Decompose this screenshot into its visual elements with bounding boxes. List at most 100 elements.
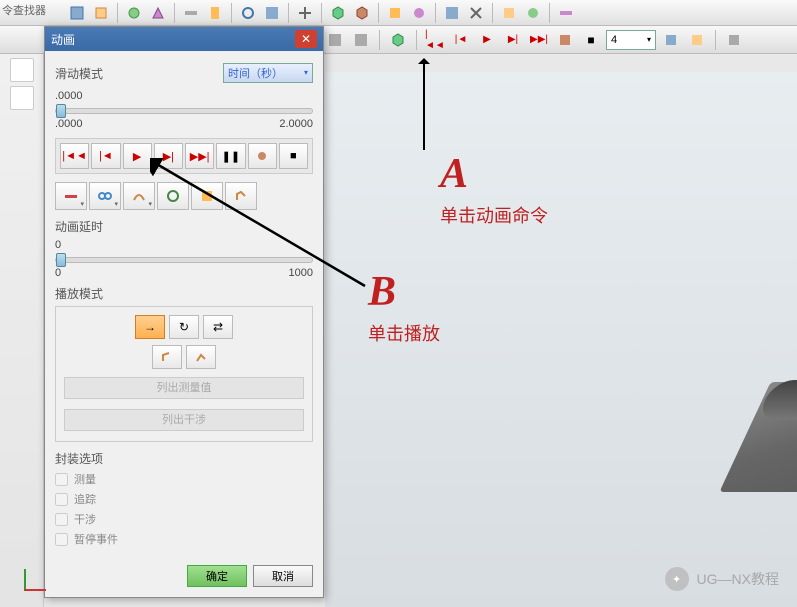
delay-min: 0 (55, 239, 61, 251)
play-button[interactable]: ▶ (123, 143, 152, 169)
chk-trace-label: 追踪 (74, 491, 96, 507)
tb-next-icon[interactable]: ▶| (502, 29, 524, 51)
separator (435, 3, 436, 23)
tb2-btn-end3[interactable] (723, 29, 745, 51)
chk-interfere-row: 干涉 (55, 511, 313, 527)
frame-value: 4 (611, 34, 617, 46)
link-tool[interactable] (89, 182, 121, 210)
play-once-button[interactable]: → (135, 315, 165, 339)
left-btn-2[interactable] (10, 86, 34, 110)
tb-extra-icon[interactable] (554, 29, 576, 51)
tool-btn-6[interactable] (204, 2, 226, 24)
tool-btn-cube[interactable] (327, 2, 349, 24)
tool-btn-10[interactable] (351, 2, 373, 24)
last-frame-button[interactable]: ▶▶| (185, 143, 214, 169)
separator (231, 3, 232, 23)
tb2-btn-end2[interactable] (686, 29, 708, 51)
robot-mode-2[interactable] (186, 345, 216, 369)
close-icon[interactable]: ✕ (295, 30, 317, 48)
measure-tool[interactable] (55, 182, 87, 210)
left-btn-1[interactable] (10, 58, 34, 82)
axis-indicator (6, 565, 42, 601)
motion-tool[interactable] (123, 182, 155, 210)
tool-btn-3[interactable] (123, 2, 145, 24)
tb2-btn-3[interactable] (350, 29, 372, 51)
dialog-title: 动画 (51, 31, 75, 48)
play-mode-label: 播放模式 (55, 285, 313, 302)
tb2-btn-2[interactable] (324, 29, 346, 51)
tool-btn-2[interactable] (90, 2, 112, 24)
annotation-a-text: 单击动画命令 (440, 202, 548, 228)
separator (379, 30, 380, 50)
delay-thumb[interactable] (56, 253, 66, 267)
tool-btn-4[interactable] (147, 2, 169, 24)
tool-btn-15[interactable] (498, 2, 520, 24)
tool-btn-8[interactable] (261, 2, 283, 24)
separator (288, 3, 289, 23)
first-frame-button[interactable]: |◄◄ (60, 143, 89, 169)
slider-thumb[interactable] (56, 104, 66, 118)
chk-measure (55, 473, 68, 486)
prev-frame-button[interactable]: |◄ (91, 143, 120, 169)
toolbar-row-1: 令查找器 (0, 0, 797, 26)
chk-measure-label: 测量 (74, 471, 96, 487)
separator (416, 30, 417, 50)
stop-button[interactable]: ■ (279, 143, 308, 169)
chk-measure-row: 测量 (55, 471, 313, 487)
playback-controls: |◄◄ |◄ ▶ ▶| ▶▶| ❚❚ ■ (55, 138, 313, 174)
dialog-footer: 确定 取消 (45, 559, 323, 597)
play-mode-box: → ↻ ⇄ 列出测量值 列出干涉 (55, 306, 313, 442)
watermark: ✦ UG—NX教程 (665, 567, 779, 591)
time-unit-select[interactable]: 时间（秒） (223, 63, 313, 83)
tb-play-icon[interactable]: ▶ (476, 29, 498, 51)
frame-dropdown[interactable]: 4 (606, 30, 656, 50)
tool-btn-11[interactable] (384, 2, 406, 24)
tool-btn-1[interactable] (66, 2, 88, 24)
tool-btn-12[interactable] (408, 2, 430, 24)
separator (174, 3, 175, 23)
list-measure-button: 列出测量值 (64, 377, 304, 399)
annotation-a-letter: A (440, 150, 548, 198)
tool-btn-7[interactable] (237, 2, 259, 24)
tool-btn-17[interactable] (555, 2, 577, 24)
dialog-titlebar[interactable]: 动画 ✕ (45, 27, 323, 51)
annotation-b-letter: B (368, 268, 440, 316)
tool-btn-14[interactable] (465, 2, 487, 24)
tb2-btn-end1[interactable] (660, 29, 682, 51)
record-button[interactable] (248, 143, 277, 169)
slider-max: 2.0000 (279, 118, 313, 130)
play-loop-button[interactable]: ↻ (169, 315, 199, 339)
tool-btn-5[interactable] (180, 2, 202, 24)
annotation-b: B 单击播放 (368, 268, 440, 346)
cancel-button[interactable]: 取消 (253, 565, 313, 587)
time-slider[interactable] (55, 108, 313, 114)
tool-btn-16[interactable] (522, 2, 544, 24)
separator (321, 3, 322, 23)
pause-button[interactable]: ❚❚ (216, 143, 245, 169)
interfere-tool[interactable] (191, 182, 223, 210)
tb-first-icon[interactable]: |◄◄ (424, 29, 446, 51)
separator (492, 3, 493, 23)
slider-min: .0000 (55, 90, 83, 102)
tb-prev-icon[interactable]: |◄ (450, 29, 472, 51)
animation-dialog: 动画 ✕ 滑动模式 时间（秒） .0000 .0000 2.0000 |◄◄ |… (44, 26, 324, 598)
chk-pause-row: 暂停事件 (55, 531, 313, 547)
robot-mode-1[interactable] (152, 345, 182, 369)
ok-button[interactable]: 确定 (187, 565, 247, 587)
delay-max: 1000 (289, 267, 313, 279)
tool-btn-9[interactable] (294, 2, 316, 24)
tb-stop-icon[interactable]: ■ (580, 29, 602, 51)
chk-trace-row: 追踪 (55, 491, 313, 507)
wechat-icon: ✦ (665, 567, 689, 591)
trace-tool[interactable] (157, 182, 189, 210)
delay-slider[interactable] (55, 257, 313, 263)
chk-pause-label: 暂停事件 (74, 531, 118, 547)
time-unit-value: 时间（秒） (228, 65, 283, 81)
animation-button[interactable] (387, 29, 409, 51)
play-pingpong-button[interactable]: ⇄ (203, 315, 233, 339)
robot-tool[interactable] (225, 182, 257, 210)
delay-min2: 0 (55, 267, 61, 279)
tb-last-icon[interactable]: ▶▶| (528, 29, 550, 51)
next-frame-button[interactable]: ▶| (154, 143, 183, 169)
tool-btn-13[interactable] (441, 2, 463, 24)
